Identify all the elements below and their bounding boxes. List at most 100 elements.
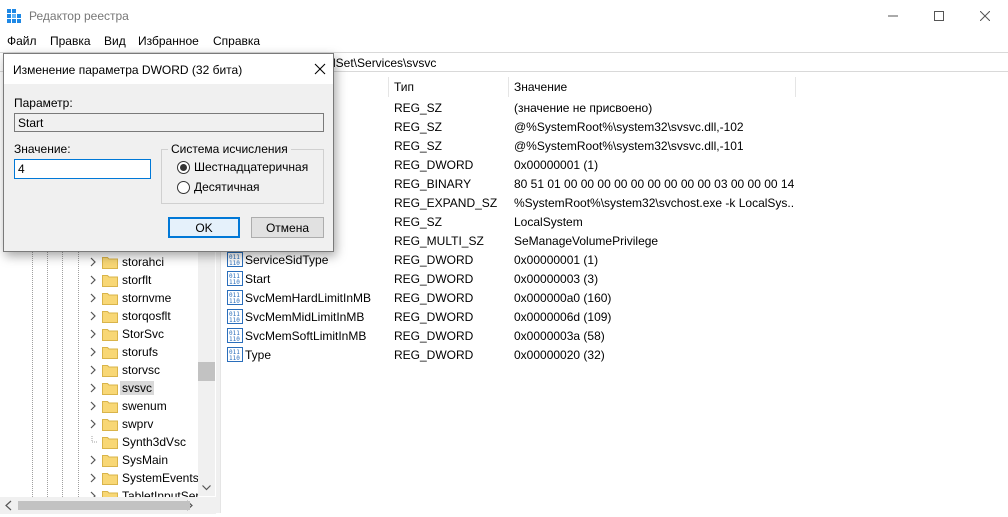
svg-text:110: 110 (229, 317, 240, 324)
value-data: %SystemRoot%\system32\svchost.exe -k Loc… (514, 196, 794, 210)
tree-item-label: storvsc (122, 363, 161, 377)
chevron-right-icon[interactable] (88, 256, 98, 268)
value-data: 80 51 01 00 00 00 00 00 00 00 00 00 03 0… (514, 177, 794, 191)
tree-item-label: Synth3dVsc (122, 435, 187, 449)
tree-item[interactable]: SysMain (86, 451, 216, 469)
value-data: 0x00000001 (1) (514, 253, 599, 267)
base-group-label: Система исчисления (168, 142, 291, 156)
value-type: REG_SZ (394, 215, 443, 229)
value-row[interactable]: REG_BINARY 80 51 01 00 00 00 00 00 00 00 … (221, 174, 1008, 193)
value-row[interactable]: )REG_SZ(значение не присвоено) (221, 98, 1008, 117)
tree-item[interactable]: Synth3dVsc (86, 433, 216, 451)
value-type: REG_MULTI_SZ (394, 234, 484, 248)
maximize-button[interactable] (916, 0, 962, 31)
radio-hex[interactable] (177, 161, 190, 174)
value-row[interactable]: 011 110 Start REG_DWORD 0x00000003 (3) (221, 269, 1008, 288)
value-row[interactable]: REG_EXPAND_SZ %SystemRoot%\system32\svcho… (221, 193, 1008, 212)
chevron-right-icon[interactable] (88, 346, 98, 358)
column-data[interactable]: Значение (509, 77, 796, 97)
close-button[interactable] (962, 0, 1008, 31)
dialog-title-bar: Изменение параметра DWORD (32 бита) (4, 54, 333, 84)
value-row[interactable]: REG_SZ LocalSystem (221, 212, 1008, 231)
minimize-button[interactable] (870, 0, 916, 31)
chevron-right-icon[interactable] (88, 472, 98, 484)
value-row[interactable]: 011 110 SvcMemHardLimitInMB REG_DWORD 0x0000… (221, 288, 1008, 307)
tree-item[interactable]: SystemEventsE (86, 469, 216, 487)
chevron-right-icon[interactable] (88, 418, 98, 430)
param-label: Параметр: (14, 96, 73, 110)
value-type: REG_DWORD (394, 253, 474, 267)
chevron-left-icon[interactable] (2, 499, 16, 512)
title-bar: Редактор реестра (0, 0, 1008, 31)
value-row[interactable]: REG_SZ @%SystemRoot%\system32\svsvc.dll,-… (221, 117, 1008, 136)
tree-item[interactable]: StorSvc (86, 325, 216, 343)
tree-item-label: SystemEventsE (122, 471, 207, 485)
radio-dec-label[interactable]: Десятичная (194, 180, 260, 194)
value-row[interactable]: 011 110 Type REG_DWORD 0x00000020 (32) (221, 345, 1008, 364)
folder-icon (102, 257, 118, 269)
chevron-right-icon[interactable] (88, 400, 98, 412)
folder-icon (102, 401, 118, 413)
menu-view[interactable]: Вид (104, 34, 126, 48)
value-data: SeManageVolumePrivilege (514, 234, 659, 248)
value-type: REG_SZ (394, 101, 443, 115)
folder-icon (102, 383, 118, 395)
tree-item-label: swprv (122, 417, 154, 431)
chevron-right-icon[interactable] (88, 274, 98, 286)
folder-icon (102, 275, 118, 287)
chevron-right-icon[interactable] (88, 310, 98, 322)
chevron-right-icon[interactable] (88, 328, 98, 340)
value-row[interactable]: REG_DWORD 0x00000001 (1) (221, 155, 1008, 174)
folder-icon (102, 347, 118, 359)
value-data: 0x0000006d (109) (514, 310, 612, 324)
value-data: @%SystemRoot%\system32\svsvc.dll,-102 (514, 120, 744, 134)
tree-item[interactable]: swenum (86, 397, 216, 415)
svg-text:110: 110 (229, 279, 240, 286)
tree-scroll-thumb[interactable] (198, 362, 215, 381)
value-type: REG_DWORD (394, 291, 474, 305)
value-data: 0x0000003a (58) (514, 329, 605, 343)
scroll-down-button[interactable] (198, 480, 215, 496)
menu-favorites[interactable]: Избранное (138, 34, 199, 48)
value-name: SvcMemMidLimitInMB (245, 310, 365, 324)
tree-item[interactable]: storahci (86, 253, 216, 271)
dialog-close-icon[interactable] (312, 61, 328, 77)
chevron-right-icon[interactable] (88, 292, 98, 304)
base-groupbox (161, 149, 324, 204)
folder-icon (102, 329, 118, 341)
tree-item[interactable]: stornvme (86, 289, 216, 307)
value-name: ServiceSidType (245, 253, 329, 267)
dword-value-icon: 011110 (227, 271, 243, 286)
address-path[interactable]: lSet\Services\svsvc (333, 56, 436, 70)
edit-dword-dialog: Изменение параметра DWORD (32 бита) Пара… (3, 53, 334, 252)
value-row[interactable]: 011 110 SvcMemMidLimitInMB REG_DWORD 0x00000… (221, 307, 1008, 326)
value-row[interactable]: 011 110 SvcMemSoftLimitInMB REG_DWORD 0x0000… (221, 326, 1008, 345)
cancel-button[interactable]: Отмена (251, 217, 324, 238)
tree-item[interactable]: storvsc (86, 361, 216, 379)
menu-help[interactable]: Справка (213, 34, 260, 48)
menu-file[interactable]: Файл (7, 34, 37, 48)
value-row[interactable]: esREG_MULTI_SZSeManageVolumePrivilege (221, 231, 1008, 250)
radio-hex-label[interactable]: Шестнадцатеричная (194, 160, 308, 174)
radio-dec[interactable] (177, 181, 190, 194)
value-row[interactable]: REG_SZ @%SystemRoot%\system32\svsvc.dll,-… (221, 136, 1008, 155)
chevron-right-icon[interactable] (88, 364, 98, 376)
values-list[interactable]: Тип Значение )REG_SZ(значение не присвое… (220, 73, 1008, 513)
value-input[interactable] (14, 159, 151, 179)
tree-item[interactable]: storufs (86, 343, 216, 361)
tree-item[interactable]: storflt (86, 271, 216, 289)
tree-item[interactable]: svsvc (86, 379, 216, 397)
tree-item[interactable]: storqosflt (86, 307, 216, 325)
tree-item[interactable]: swprv (86, 415, 216, 433)
value-row[interactable]: 011 110 ServiceSidType REG_DWORD 0x00000001 … (221, 250, 1008, 269)
chevron-right-icon[interactable] (88, 454, 98, 466)
tree-hscroll-thumb[interactable] (18, 501, 190, 510)
value-data: 0x000000a0 (160) (514, 291, 612, 305)
chevron-down-icon (202, 485, 211, 491)
value-data: 0x00000003 (3) (514, 272, 599, 286)
ok-button[interactable]: OK (168, 217, 240, 238)
column-type[interactable]: Тип (389, 77, 509, 97)
menu-edit[interactable]: Правка (50, 34, 91, 48)
chevron-right-icon[interactable] (88, 382, 98, 394)
dword-value-icon: 011110 (227, 252, 243, 267)
